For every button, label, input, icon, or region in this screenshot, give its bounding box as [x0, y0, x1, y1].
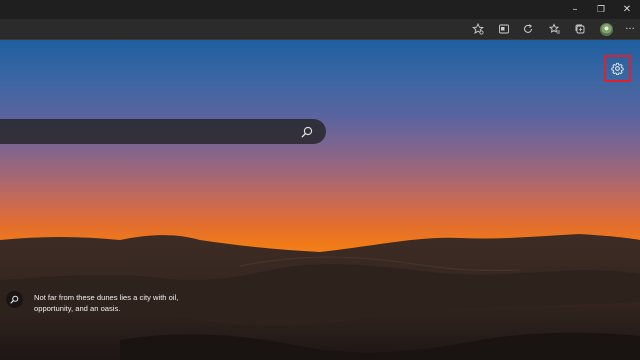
- collections-button[interactable]: [572, 21, 588, 37]
- collections-icon: [575, 24, 585, 34]
- page-settings-button[interactable]: [604, 55, 631, 82]
- restore-icon: ❐: [596, 4, 606, 15]
- search-box[interactable]: [0, 119, 326, 144]
- close-button[interactable]: ✕: [614, 0, 640, 19]
- search-icon: [301, 126, 312, 137]
- close-icon: ✕: [622, 4, 632, 15]
- more-icon: ···: [625, 23, 635, 35]
- image-caption[interactable]: Not far from these dunes lies a city wit…: [34, 292, 194, 314]
- restore-button[interactable]: ❐: [588, 0, 614, 19]
- profile-avatar: [599, 22, 613, 36]
- browser-toolbar: ···: [0, 19, 640, 40]
- search-button[interactable]: [298, 123, 315, 140]
- window-controls: – ❐ ✕: [562, 0, 640, 19]
- minimize-icon: –: [572, 4, 578, 15]
- add-favorite-button[interactable]: [470, 21, 486, 37]
- refresh-shield-icon: [524, 24, 532, 33]
- title-bar: – ❐ ✕: [0, 0, 640, 19]
- favorites-button[interactable]: [547, 21, 563, 37]
- reading-view-icon: [499, 24, 509, 34]
- minimize-button[interactable]: –: [562, 0, 588, 19]
- favorite-star-icon: [472, 23, 484, 35]
- refresh-button[interactable]: [520, 21, 536, 37]
- image-info-button[interactable]: [6, 291, 23, 308]
- immersive-reader-button[interactable]: [496, 21, 512, 37]
- profile-button[interactable]: [598, 21, 614, 37]
- favorites-icon: [549, 23, 560, 34]
- gear-icon: [611, 62, 624, 75]
- search-icon: [10, 295, 19, 304]
- settings-more-button[interactable]: ···: [622, 21, 638, 37]
